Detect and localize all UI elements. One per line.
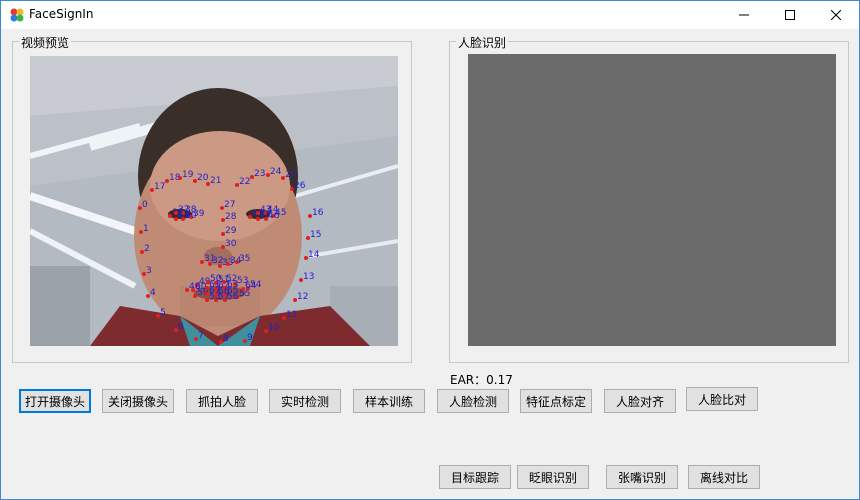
maximize-icon [785,10,795,20]
facesignin-app-icon [10,8,24,22]
landmark-calibration-button[interactable]: 特征点标定 [520,389,592,413]
landmark-index-label: 64 [245,281,257,291]
landmark-index-label: 21 [210,176,221,186]
minimize-button[interactable] [721,1,767,29]
face-detect-button[interactable]: 人脸检测 [437,389,509,413]
landmark-index-label: 4 [150,288,156,298]
sample-training-button[interactable]: 样本训练 [353,389,425,413]
landmark-index-label: 60 [195,282,207,292]
landmark-index-label: 0 [142,200,148,210]
ear-value-label: EAR：0.17 [450,373,513,387]
open-camera-button[interactable]: 打开摄像头 [19,389,91,413]
landmark-index-label: 35 [239,254,250,264]
maximize-button[interactable] [767,1,813,29]
face-recognition-group: 人脸识别 [449,34,849,363]
video-preview-group: 视频预览 0 1 2 3 4 5 6 7 8 9 10 11 12 13 14 … [12,34,412,363]
minimize-icon [739,14,749,16]
landmark-index-label: 30 [225,239,237,249]
realtime-detect-button[interactable]: 实时检测 [269,389,341,413]
landmark-index-label: 9 [247,333,253,343]
landmark-index-label: 41 [178,211,189,221]
close-button[interactable] [813,1,859,29]
landmark-index-label: 1 [143,224,149,234]
landmark-index-label: 3 [146,266,152,276]
capture-face-button[interactable]: 抓拍人脸 [186,389,258,413]
video-preview-title: 视频预览 [19,34,72,51]
landmark-index-label: 47 [260,211,271,221]
landmark-index-label: 19 [182,170,194,180]
target-tracking-button[interactable]: 目标跟踪 [439,465,511,489]
landmark-index-label: 13 [303,272,314,282]
landmark-index-label: 7 [198,331,204,341]
landmark-index-label: 26 [294,181,306,191]
landmark-index-label: 17 [154,182,165,192]
close-camera-button[interactable]: 关闭摄像头 [102,389,174,413]
landmark-index-label: 27 [224,200,235,210]
landmark-index-label: 16 [312,208,324,218]
face-align-button[interactable]: 人脸对齐 [604,389,676,413]
video-preview-frame: 0 1 2 3 4 5 6 7 8 9 10 11 12 13 14 15 16 17 18 19 20 21 22 23 24… [30,56,398,346]
landmark-index-label: 22 [239,177,250,187]
landmark-index-label: 8 [223,334,229,344]
blink-detect-button[interactable]: 眨眼识别 [517,465,589,489]
landmark-index-label: 6 [178,322,184,332]
landmark-index-label: 11 [286,310,297,320]
landmark-index-label: 25 [285,170,296,180]
title-bar[interactable]: FaceSignIn [1,1,859,29]
landmark-index-label: 29 [225,226,237,236]
landmark-index-label: 28 [225,212,237,222]
recognition-result-canvas [468,54,836,346]
landmark-index-label: 10 [268,323,280,333]
offline-compare-button[interactable]: 离线对比 [688,465,760,489]
landmark-index-label: 14 [308,250,320,260]
window-title: FaceSignIn [29,7,94,21]
mouth-open-detect-button[interactable]: 张嘴识别 [606,465,678,489]
landmark-index-label: 15 [310,230,321,240]
face-compare-button[interactable]: 人脸比对 [686,387,758,411]
app-window: FaceSignIn 视频预览 0 1 2 3 4 5 6 7 8 9 10 1… [0,0,860,500]
landmark-index-label: 2 [144,244,150,254]
landmark-index-label: 24 [270,167,282,177]
landmark-index-label: 12 [297,292,308,302]
landmark-index-label: 20 [197,173,209,183]
camera-frame-image: 01234567 8 9101112131415161718 19 20 21 2223 24… [30,56,398,346]
landmark-index-label: 67 [209,286,220,296]
close-icon [831,10,841,20]
landmark-index-label: 23 [254,169,265,179]
face-recognition-title: 人脸识别 [456,34,509,51]
landmark-index-label: 5 [160,308,166,318]
